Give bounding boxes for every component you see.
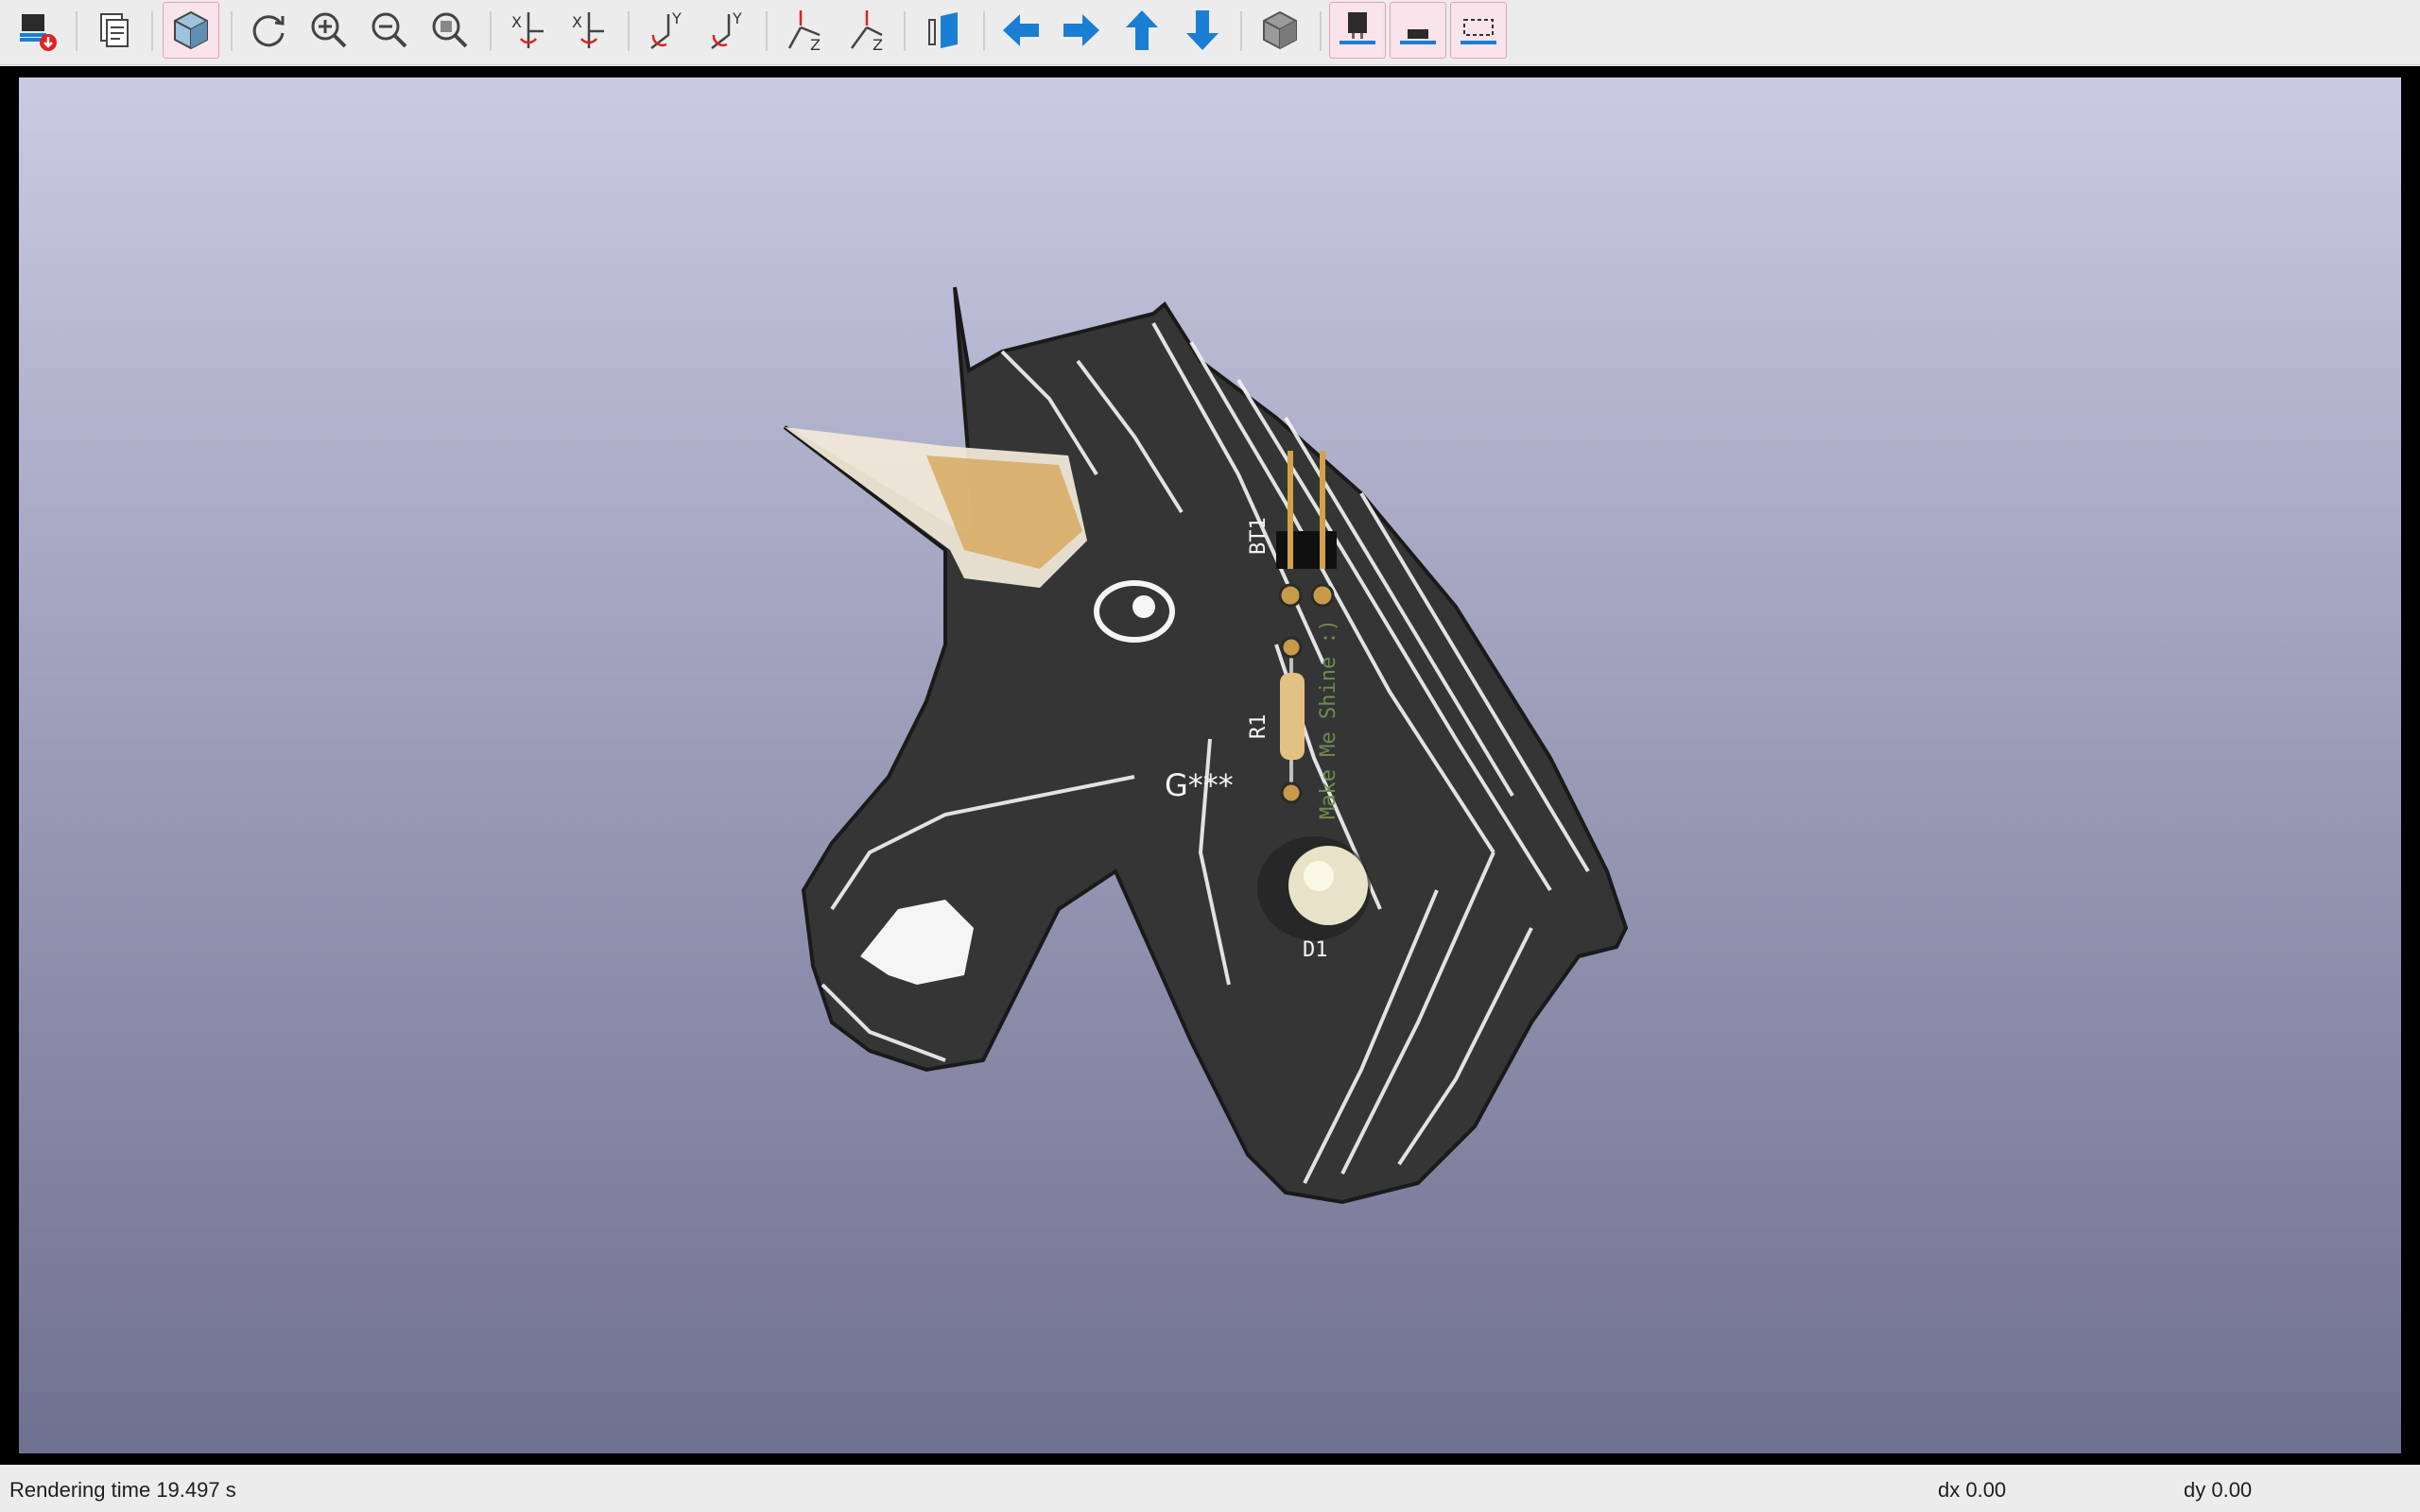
3d-viewport[interactable]: BT1 R1 Make Me Shine :) G*** D1 [19,77,2401,1453]
smd-component-icon [1400,29,1436,44]
rotate-x-ccw-icon: X [572,12,604,48]
zoom-in-icon [311,12,347,48]
svg-text:Z: Z [810,36,821,54]
arrow-left-icon [1003,14,1039,46]
export-image-button[interactable] [9,2,66,59]
rotate-y-ccw-icon: Y [711,9,742,49]
rotate-z-cw-button[interactable]: Z [777,2,834,59]
rotate-z-ccw-icon: Z [850,10,883,54]
copy-icon [100,13,129,47]
dx-readout: dx 0.00 [1938,1478,2007,1502]
move-down-button[interactable] [1174,2,1231,59]
svg-text:Y: Y [671,9,682,27]
reload-button[interactable] [240,2,297,59]
rotate-y-ccw-button[interactable]: Y [700,2,756,59]
d1-led [1257,836,1371,940]
zoom-out-button[interactable] [361,2,418,59]
rotate-x-ccw-button[interactable]: X [562,2,618,59]
svg-text:X: X [572,13,582,31]
ortho-cube-icon [1263,10,1297,50]
raytracing-toggle-button[interactable] [163,2,219,59]
rotate-z-cw-icon: Z [787,10,821,54]
rotate-x-cw-icon: X [511,12,544,48]
move-left-button[interactable] [993,2,1049,59]
svg-text:Y: Y [732,9,742,27]
rotate-x-cw-button[interactable]: X [501,2,558,59]
d1-label: D1 [1303,938,1328,962]
arrow-down-icon [1186,10,1219,50]
rotate-y-cw-button[interactable]: Y [639,2,696,59]
zoom-in-button[interactable] [301,2,357,59]
zoom-out-icon [372,12,407,48]
move-up-button[interactable] [1114,2,1170,59]
dy-readout: dy 0.00 [2184,1478,2253,1502]
r1-label: R1 [1247,714,1270,740]
cube-shaded-icon [174,10,208,50]
show-tht-button[interactable] [1329,2,1386,59]
flip-board-button[interactable] [915,2,972,59]
bt1-label: BT1 [1247,517,1270,555]
rotate-y-cw-icon: Y [650,9,682,49]
zoom-fit-icon [432,12,468,48]
rotate-z-ccw-button[interactable]: Z [838,2,894,59]
svg-text:Z: Z [873,36,883,54]
message-label: Make Me Shine :) [1317,619,1340,819]
status-bar: Rendering time 19.497 s dx 0.00 dy 0.00 [0,1467,2420,1512]
tht-component-icon [1340,12,1375,44]
show-smd-button[interactable] [1390,2,1446,59]
pcb-board [783,286,1629,1205]
copy-to-clipboard-button[interactable] [85,2,142,59]
orthographic-toggle-button[interactable] [1252,2,1308,59]
zoom-fit-button[interactable] [422,2,478,59]
reload-icon [252,15,285,47]
pcb-scene: BT1 R1 Make Me Shine :) G*** D1 [783,286,1629,1205]
export-icon [20,14,57,51]
render-time-text: Rendering time 19.497 s [9,1478,236,1502]
arrow-up-icon [1126,10,1158,50]
virtual-component-icon [1461,19,1496,44]
show-virtual-button[interactable] [1450,2,1507,59]
move-right-button[interactable] [1053,2,1110,59]
svg-text:X: X [511,13,522,31]
arrow-right-icon [1063,14,1099,46]
eye-pupil [1132,595,1155,618]
ref-placeholder-label: G*** [1165,767,1234,803]
flip-board-icon [928,12,958,48]
toolbar: X X Y Y Z Z [0,0,2420,65]
